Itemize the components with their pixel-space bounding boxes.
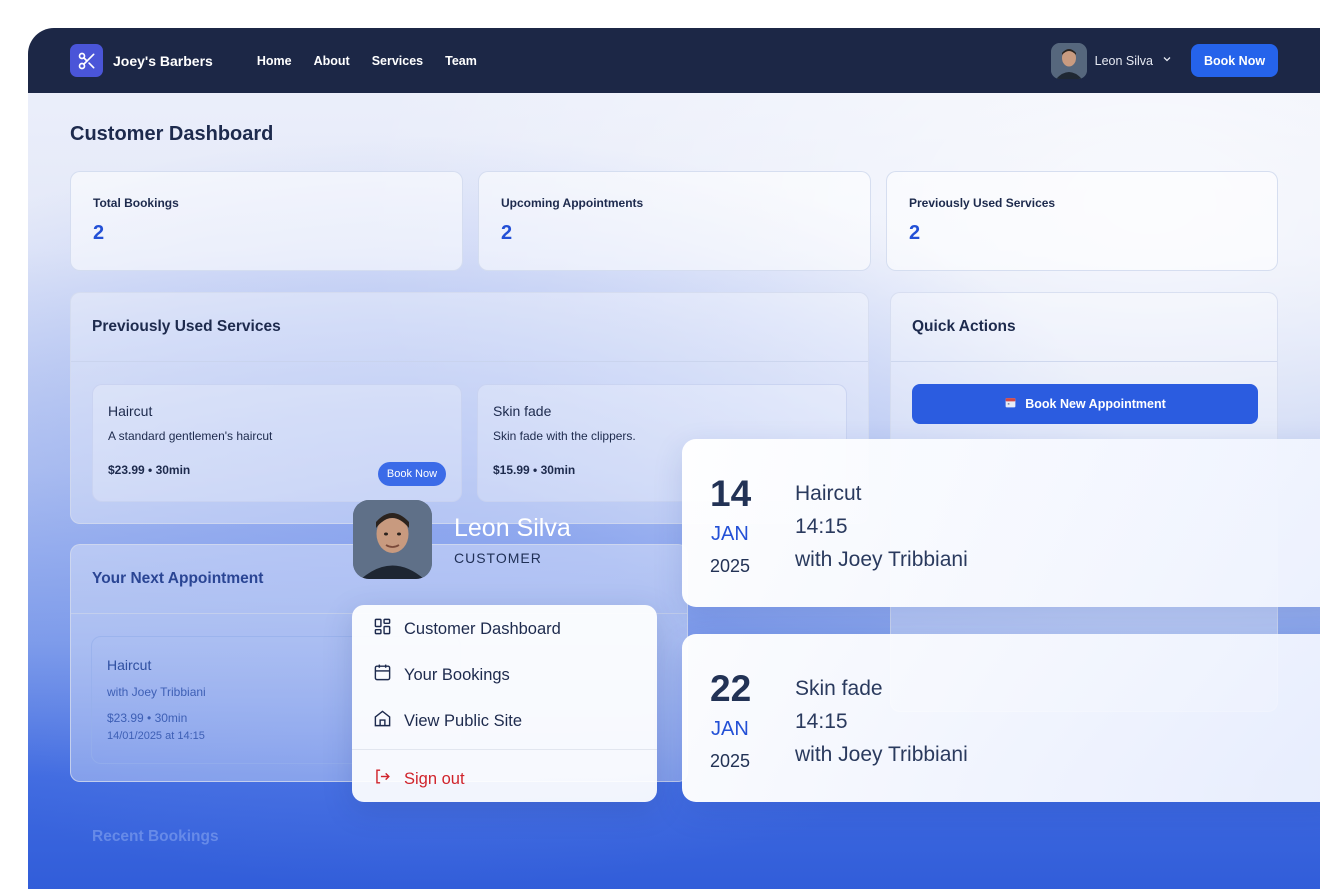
stat-total-bookings: Total Bookings 2 [70, 171, 463, 271]
nav-link-home[interactable]: Home [257, 54, 292, 68]
appointment-card[interactable]: 22 JAN 2025 Skin fade 14:15 with Joey Tr… [682, 634, 1320, 802]
calendar-icon [1004, 396, 1017, 412]
nav-username[interactable]: Leon Silva [1095, 54, 1153, 68]
chevron-down-icon[interactable] [1161, 52, 1173, 70]
service-name: Skin fade [493, 403, 552, 419]
appt-year: 2025 [710, 556, 751, 576]
appt-service: Skin fade [795, 677, 883, 700]
stat-upcoming: Upcoming Appointments 2 [478, 171, 871, 271]
panel-title: Previously Used Services [71, 293, 868, 362]
top-nav: Joey's Barbers Home About Services Team … [28, 28, 1320, 93]
user-menu: Customer Dashboard Your Bookings View Pu… [352, 605, 657, 802]
nav-link-services[interactable]: Services [372, 54, 423, 68]
panel-title: Quick Actions [891, 293, 1277, 362]
user-popover-header: Leon Silva CUSTOMER [353, 500, 571, 579]
appt-barber: with Joey Tribbiani [795, 743, 968, 766]
menu-item-customer-dashboard[interactable]: Customer Dashboard [373, 617, 561, 641]
avatar [353, 500, 432, 579]
appt-details: Skin fade 14:15 with Joey Tribbiani [795, 672, 968, 771]
stage: Joey's Barbers Home About Services Team … [0, 0, 1320, 889]
button-label: Book New Appointment [1025, 397, 1166, 411]
avatar[interactable] [1050, 42, 1087, 79]
appt-time: 14:15 [795, 515, 848, 538]
appt-year: 2025 [710, 751, 751, 771]
stat-label: Upcoming Appointments [501, 196, 644, 210]
stat-label: Previously Used Services [909, 196, 1056, 210]
appt-day: 22 [710, 668, 752, 709]
appt-time: 14:15 [795, 710, 848, 733]
service-card-haircut[interactable]: Haircut A standard gentlemen's haircut $… [92, 384, 462, 502]
nav-link-about[interactable]: About [314, 54, 350, 68]
appt-month: JAN [711, 718, 749, 740]
appt-details: Haircut 14:15 with Joey Tribbiani [795, 477, 968, 576]
menu-label: Customer Dashboard [404, 619, 561, 638]
nav-links: Home About Services Team [257, 54, 477, 68]
stat-previous-services: Previously Used Services 2 [886, 171, 1278, 271]
menu-item-sign-out[interactable]: Sign out [373, 767, 465, 791]
nav-link-team[interactable]: Team [445, 54, 477, 68]
scissors-icon[interactable] [70, 44, 103, 77]
recent-bookings-title: Recent Bookings [92, 828, 219, 845]
appt-day: 14 [710, 473, 752, 514]
sign-out-icon [373, 767, 392, 791]
grid-icon [373, 617, 392, 641]
calendar-icon [373, 663, 392, 687]
menu-label: Your Bookings [404, 665, 510, 684]
service-desc: A standard gentlemen's haircut [108, 429, 273, 443]
appt-month: JAN [711, 523, 749, 545]
stat-label: Total Bookings [93, 196, 179, 210]
stat-value: 2 [93, 222, 105, 244]
menu-item-view-public-site[interactable]: View Public Site [373, 709, 522, 733]
menu-divider [352, 749, 657, 750]
stat-value: 2 [909, 222, 921, 244]
home-icon [373, 709, 392, 733]
appointment-card[interactable]: 14 JAN 2025 Haircut 14:15 with Joey Trib… [682, 439, 1320, 607]
service-book-button[interactable]: Book Now [378, 462, 446, 486]
appt-barber: with Joey Tribbiani [795, 548, 968, 571]
stat-value: 2 [501, 222, 513, 244]
brand-name[interactable]: Joey's Barbers [113, 53, 213, 69]
appt-service: Haircut [795, 482, 862, 505]
user-role: CUSTOMER [454, 550, 542, 566]
nav-right: Leon Silva Book Now [1050, 42, 1278, 79]
service-name: Haircut [108, 403, 153, 419]
user-name: Leon Silva [454, 514, 571, 542]
page-title: Customer Dashboard [70, 123, 274, 145]
menu-label: Sign out [404, 769, 465, 788]
menu-item-your-bookings[interactable]: Your Bookings [373, 663, 510, 687]
book-now-button[interactable]: Book Now [1191, 44, 1278, 77]
book-new-appointment-button[interactable]: Book New Appointment [912, 384, 1258, 424]
menu-label: View Public Site [404, 711, 523, 730]
